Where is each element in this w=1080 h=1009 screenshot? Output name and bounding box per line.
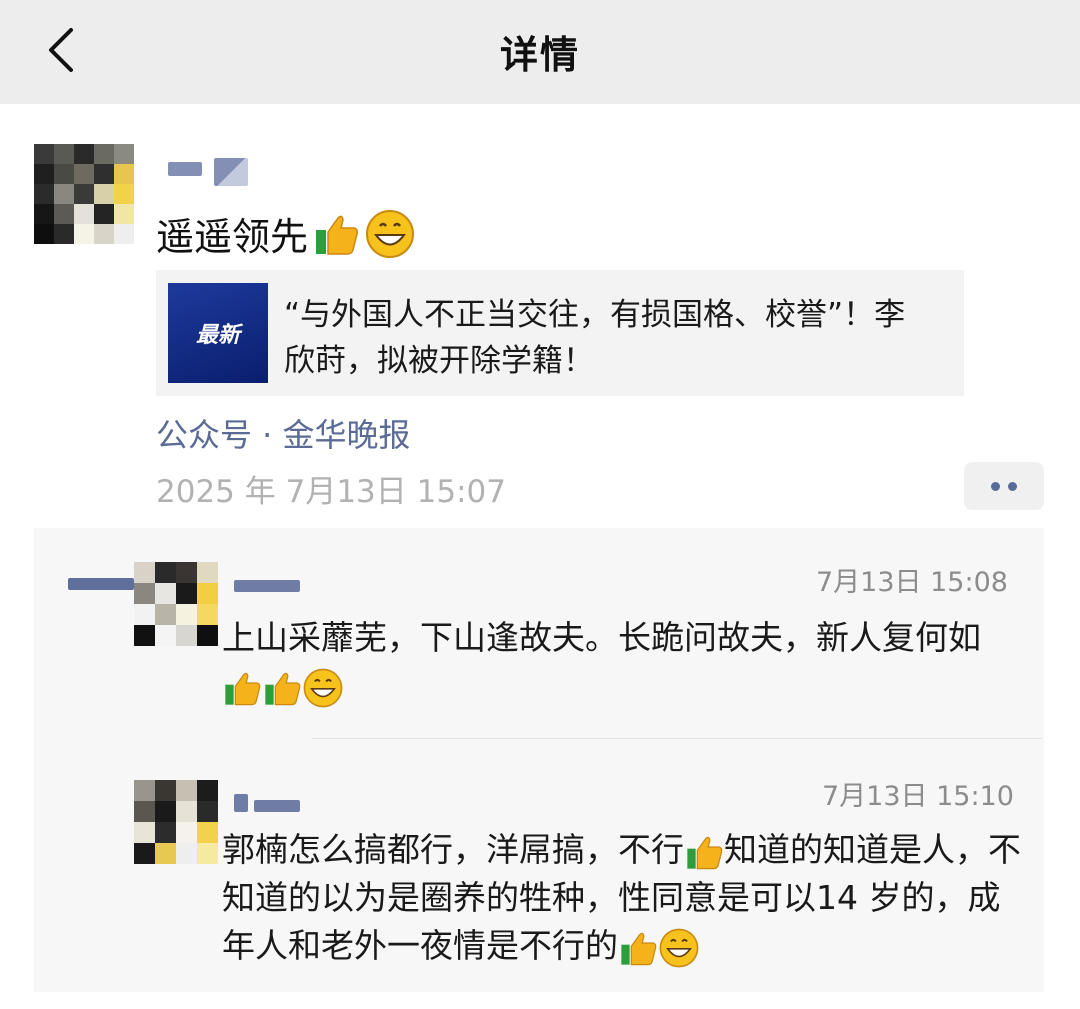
comment-time: 7月13日 15:08	[816, 567, 1008, 598]
commenter-name[interactable]	[234, 580, 300, 592]
article-thumbnail: 最新	[168, 283, 268, 383]
shared-article-card[interactable]: 最新 “与外国人不正当交往，有损国格、校誉”！李欣莳，拟被开除学籍！	[156, 270, 964, 396]
grin-icon	[366, 209, 415, 258]
grin-icon	[659, 928, 699, 967]
grin-icon	[303, 668, 343, 707]
post-author-name-part	[214, 158, 248, 186]
comment-text: 郭楠怎么搞都行，洋屌搞，不行 知道的知道是人，不知道的以为是圈养的牲种，性同意是…	[222, 826, 1022, 970]
post-content: 遥遥领先	[156, 206, 416, 261]
comment-divider	[312, 738, 1042, 739]
more-actions-button[interactable]	[964, 462, 1044, 510]
post-timestamp: 2025 年 7月13日 15:07	[156, 474, 506, 510]
commenter-avatar[interactable]	[134, 780, 218, 864]
comment-text: 上山采蘼芜，下山逢故夫。长跪问故夫，新人复何如	[222, 614, 1022, 710]
article-title: “与外国人不正当交往，有损国格、校誉”！李欣莳，拟被开除学籍！	[284, 297, 906, 379]
comment-time: 7月13日 15:10	[822, 781, 1014, 812]
comments-section: 7月13日 15:08 上山采蘼芜，下山逢故夫。长跪问故夫，新人复何如 7月13…	[34, 528, 1044, 992]
commenter-avatar[interactable]	[134, 562, 218, 646]
thumbs-up-icon	[265, 672, 301, 705]
commenter-name-part	[254, 800, 300, 812]
post-author-avatar[interactable]	[34, 144, 134, 244]
more-dots-icon	[991, 481, 1000, 491]
thumbnail-label: 最新	[195, 323, 240, 348]
more-dots-icon	[1008, 481, 1017, 491]
post-author-name[interactable]	[168, 162, 202, 176]
thumbs-up-icon	[316, 215, 358, 255]
post-text: 遥遥领先	[156, 215, 309, 259]
commenter-name[interactable]	[234, 794, 248, 812]
top-navigation-bar: 详情	[0, 0, 1080, 104]
thumbs-up-icon	[225, 672, 261, 705]
comment-text-content: 上山采蘼芜，下山逢故夫。长跪问故夫，新人复何如	[222, 618, 981, 657]
comment-text-content: 郭楠怎么搞都行，洋屌搞，不行	[222, 830, 684, 869]
page-title: 详情	[499, 33, 580, 77]
thumbs-up-icon	[621, 932, 657, 965]
thumbs-up-icon	[687, 836, 723, 869]
article-source-link[interactable]: 公众号 · 金华晚报	[156, 410, 411, 456]
comment-indicator	[68, 578, 134, 590]
